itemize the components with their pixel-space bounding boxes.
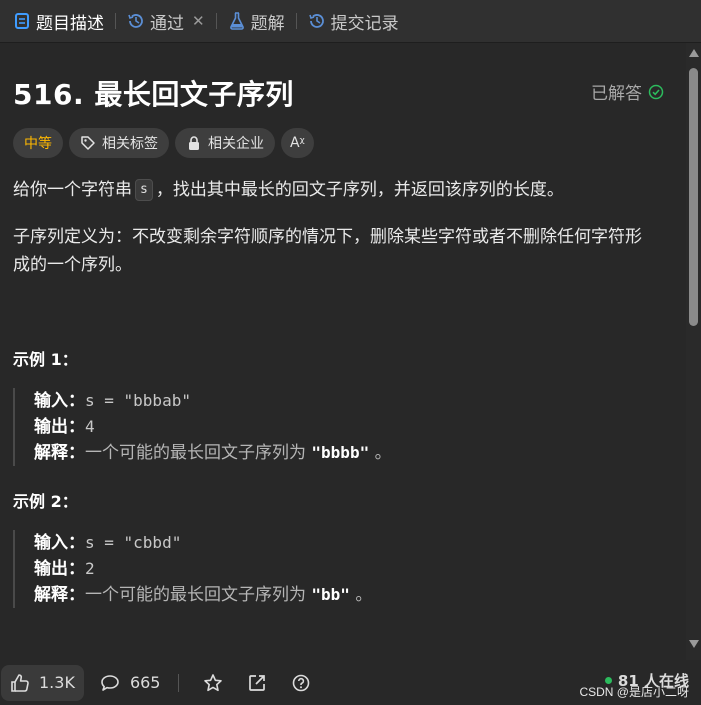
comment-icon: [100, 673, 120, 693]
explain-code: "bbbb": [311, 443, 370, 462]
comment-button[interactable]: 665: [100, 673, 161, 693]
input-label: 输入：: [34, 391, 85, 411]
explain-code: "bb": [311, 585, 350, 604]
star-icon[interactable]: [203, 673, 223, 693]
tab-label: 通过: [150, 13, 184, 34]
thumbs-up-icon: [10, 673, 30, 693]
bottom-toolbar: 1.3K 665 81 人在线 CSDN @是店小二呀: [0, 660, 701, 705]
watermark: CSDN @是店小二呀: [579, 685, 689, 699]
like-count: 1.3K: [39, 673, 75, 692]
description-text: 子序列定义为：不改变剩余字符顺序的情况下，删除某些字符或者不删除任何字符形: [13, 227, 642, 247]
explain-label: 解释：: [34, 585, 85, 605]
tag-icon: [80, 135, 96, 151]
example-explain-line: 解释：一个可能的最长回文子序列为 "bbbb" 。: [34, 440, 392, 466]
example-input-line: 输入：s = "cbbd": [34, 530, 372, 556]
like-button[interactable]: 1.3K: [1, 664, 84, 701]
solved-status: 已解答: [591, 79, 664, 104]
tab-label: 题解: [250, 13, 285, 34]
comment-count: 665: [129, 673, 161, 692]
tab-label: 题目描述: [36, 13, 104, 34]
inline-code: s: [135, 179, 153, 201]
tab-solutions[interactable]: 题解: [223, 0, 290, 43]
tab-divider: [295, 13, 297, 29]
explain-text: 一个可能的最长回文子序列为: [85, 585, 306, 605]
solved-label: 已解答: [591, 84, 642, 104]
explain-text: 一个可能的最长回文子序列为: [85, 443, 306, 463]
explain-label: 解释：: [34, 443, 85, 463]
description-text: 给你一个字符串: [13, 180, 132, 200]
scroll-up-arrow-icon[interactable]: [689, 49, 699, 57]
example-block: 输入：s = "bbbab" 输出：4 解释：一个可能的最长回文子序列为 "bb…: [13, 388, 392, 466]
explain-end: 。: [349, 585, 373, 605]
description-text: ，找出其中最长的回文子序列，并返回该序列的长度。: [155, 180, 564, 200]
description-paragraph-1: 给你一个字符串 s ，找出其中最长的回文子序列，并返回该序列的长度。: [13, 176, 564, 204]
example-output-line: 输出：2: [34, 556, 372, 582]
lock-icon: [186, 135, 202, 151]
input-value: s = "cbbd": [85, 533, 182, 552]
example-output-line: 输出：4: [34, 414, 392, 440]
example-block: 输入：s = "cbbd" 输出：2 解释：一个可能的最长回文子序列为 "bb"…: [13, 530, 372, 608]
translate-icon: Aᵡ: [290, 135, 305, 151]
related-tags-button[interactable]: 相关标签: [69, 128, 169, 158]
scroll-down-arrow-icon[interactable]: [689, 640, 699, 648]
tab-bar: 题目描述 通过 ✕ 题解 提交记录: [0, 0, 701, 43]
example-input-line: 输入：s = "bbbab": [34, 388, 392, 414]
problem-description: 516. 最长回文子序列 已解答 中等 相关标签 相关企业 Aᵡ 给你一个字符串…: [0, 43, 686, 660]
history-icon: [308, 12, 326, 30]
output-value: 2: [85, 559, 95, 578]
close-icon[interactable]: ✕: [192, 12, 205, 30]
tab-accepted[interactable]: 通过 ✕: [122, 0, 210, 43]
tab-divider: [115, 13, 116, 29]
output-label: 输出：: [34, 417, 85, 437]
vertical-scrollbar[interactable]: [686, 43, 701, 660]
related-tags-label: 相关标签: [102, 136, 158, 152]
tab-submissions[interactable]: 提交记录: [303, 0, 404, 43]
description-text: 成的一个序列。: [13, 255, 132, 275]
tab-description[interactable]: 题目描述: [8, 0, 109, 43]
difficulty-badge[interactable]: 中等: [13, 128, 63, 158]
problem-title: 516. 最长回文子序列: [13, 78, 294, 111]
tab-label: 提交记录: [330, 13, 399, 34]
example-explain-line: 解释：一个可能的最长回文子序列为 "bb" 。: [34, 582, 372, 608]
output-value: 4: [85, 417, 95, 436]
translate-button[interactable]: Aᵡ: [281, 128, 314, 158]
input-value: s = "bbbab": [85, 391, 191, 410]
description-paragraph-2: 子序列定义为：不改变剩余字符顺序的情况下，删除某些字符或者不删除任何字符形 成的…: [13, 223, 683, 279]
help-icon[interactable]: [291, 673, 311, 693]
flask-icon: [228, 12, 246, 30]
scrollbar-thumb[interactable]: [689, 68, 698, 326]
toolbar-divider: [178, 673, 180, 692]
related-companies-button[interactable]: 相关企业: [175, 128, 275, 158]
output-label: 输出：: [34, 559, 85, 579]
tab-divider: [215, 13, 217, 29]
example-heading: 示例 1：: [13, 350, 78, 369]
tag-row: 中等 相关标签 相关企业 Aᵡ: [13, 128, 314, 158]
explain-end: 。: [369, 443, 392, 463]
example-heading: 示例 2：: [13, 492, 78, 511]
document-icon: [13, 12, 31, 30]
input-label: 输入：: [34, 533, 85, 553]
check-circle-icon: [648, 84, 664, 100]
share-icon[interactable]: [247, 673, 267, 693]
history-icon: [127, 12, 145, 30]
related-companies-label: 相关企业: [208, 136, 264, 152]
